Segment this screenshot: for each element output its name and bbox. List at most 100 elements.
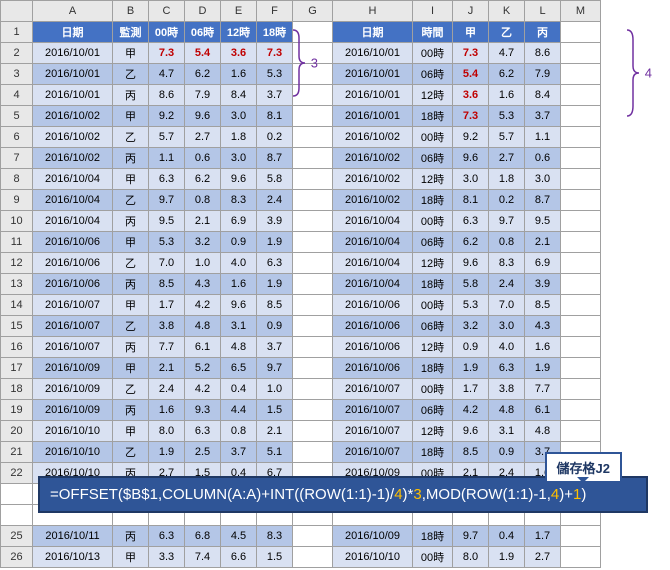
cell[interactable]: 06時 <box>413 148 453 169</box>
row-13[interactable]: 13 <box>1 274 33 295</box>
cell[interactable]: 2016/10/13 <box>33 547 113 568</box>
cell[interactable]: 3.0 <box>525 169 561 190</box>
cell[interactable]: 1.6 <box>221 274 257 295</box>
cell[interactable]: 8.4 <box>221 85 257 106</box>
cell[interactable]: 1.0 <box>185 253 221 274</box>
cell[interactable]: 甲 <box>113 421 149 442</box>
cell[interactable] <box>561 232 601 253</box>
row-10[interactable]: 10 <box>1 211 33 232</box>
cell[interactable]: 0.4 <box>489 526 525 547</box>
cell[interactable]: 2016/10/01 <box>333 64 413 85</box>
header-cell[interactable]: 18時 <box>257 22 293 43</box>
cell[interactable]: 1.8 <box>489 169 525 190</box>
cell[interactable]: 2016/10/01 <box>33 64 113 85</box>
cell[interactable] <box>561 358 601 379</box>
cell[interactable]: 1.9 <box>489 547 525 568</box>
row-3[interactable]: 3 <box>1 64 33 85</box>
cell[interactable]: 甲 <box>113 106 149 127</box>
cell[interactable] <box>293 547 333 568</box>
cell[interactable]: 4.7 <box>149 64 185 85</box>
cell[interactable]: 7.7 <box>149 337 185 358</box>
cell[interactable]: 2016/10/02 <box>333 148 413 169</box>
cell[interactable] <box>561 190 601 211</box>
cell[interactable]: 2016/10/01 <box>333 43 413 64</box>
row-4[interactable]: 4 <box>1 85 33 106</box>
cell[interactable]: 1.7 <box>453 379 489 400</box>
header-cell[interactable]: 06時 <box>185 22 221 43</box>
cell[interactable]: 3.0 <box>221 106 257 127</box>
cell[interactable]: 1.9 <box>257 232 293 253</box>
col-B[interactable]: B <box>113 1 149 22</box>
cell[interactable]: 乙 <box>113 379 149 400</box>
cell[interactable]: 9.6 <box>453 148 489 169</box>
row-9[interactable]: 9 <box>1 190 33 211</box>
cell[interactable]: 6.3 <box>149 169 185 190</box>
cell[interactable]: 9.6 <box>221 295 257 316</box>
cell[interactable]: 1.6 <box>525 337 561 358</box>
row-17[interactable]: 17 <box>1 358 33 379</box>
cell[interactable]: 8.1 <box>453 190 489 211</box>
cell[interactable]: 7.3 <box>453 43 489 64</box>
cell[interactable]: 1.5 <box>257 547 293 568</box>
cell[interactable]: 8.3 <box>257 526 293 547</box>
cell[interactable]: 3.0 <box>221 148 257 169</box>
cell[interactable]: 8.5 <box>257 295 293 316</box>
row-8[interactable]: 8 <box>1 169 33 190</box>
cell[interactable]: 甲 <box>113 43 149 64</box>
cell[interactable]: 4.2 <box>185 295 221 316</box>
cell[interactable]: 00時 <box>413 379 453 400</box>
cell[interactable]: 1.1 <box>525 127 561 148</box>
cell[interactable]: 1.9 <box>257 274 293 295</box>
cell[interactable]: 5.8 <box>453 274 489 295</box>
cell[interactable]: 9.6 <box>221 169 257 190</box>
row-7[interactable]: 7 <box>1 148 33 169</box>
row-21[interactable]: 21 <box>1 442 33 463</box>
cell[interactable]: 8.3 <box>221 190 257 211</box>
cell[interactable]: 乙 <box>113 253 149 274</box>
cell[interactable] <box>561 421 601 442</box>
cell[interactable]: 2.7 <box>489 148 525 169</box>
cell[interactable]: 9.7 <box>489 211 525 232</box>
cell[interactable]: 18時 <box>413 106 453 127</box>
cell[interactable]: 6.9 <box>221 211 257 232</box>
cell[interactable]: 3.0 <box>453 169 489 190</box>
cell[interactable]: 4.2 <box>185 379 221 400</box>
row-6[interactable]: 6 <box>1 127 33 148</box>
cell[interactable]: 9.6 <box>453 421 489 442</box>
cell[interactable]: 8.5 <box>149 274 185 295</box>
cell[interactable]: 甲 <box>113 295 149 316</box>
cell[interactable]: 2.7 <box>525 547 561 568</box>
cell[interactable] <box>293 211 333 232</box>
cell[interactable] <box>293 232 333 253</box>
header-cell[interactable]: 丙 <box>525 22 561 43</box>
cell[interactable]: 7.9 <box>525 64 561 85</box>
cell[interactable]: 5.1 <box>257 442 293 463</box>
cell[interactable] <box>561 274 601 295</box>
cell[interactable]: 2016/10/04 <box>333 253 413 274</box>
cell[interactable]: 9.5 <box>525 211 561 232</box>
cell[interactable]: 7.0 <box>489 295 525 316</box>
cell[interactable]: 7.0 <box>149 253 185 274</box>
cell[interactable]: 2016/10/09 <box>333 526 413 547</box>
cell[interactable]: 7.3 <box>453 106 489 127</box>
cell[interactable]: 4.8 <box>221 337 257 358</box>
cell[interactable]: 2016/10/07 <box>333 379 413 400</box>
row-22[interactable]: 22 <box>1 463 33 484</box>
cell[interactable] <box>293 127 333 148</box>
cell[interactable]: 2016/10/07 <box>33 337 113 358</box>
cell[interactable]: 0.6 <box>525 148 561 169</box>
cell[interactable] <box>561 127 601 148</box>
cell[interactable]: 4.2 <box>453 400 489 421</box>
cell[interactable]: 0.9 <box>489 442 525 463</box>
cell[interactable]: 6.3 <box>149 526 185 547</box>
cell[interactable]: 3.8 <box>149 316 185 337</box>
cell[interactable] <box>561 316 601 337</box>
col-L[interactable]: L <box>525 1 561 22</box>
cell[interactable]: 8.3 <box>489 253 525 274</box>
cell[interactable]: 2.1 <box>149 358 185 379</box>
cell[interactable]: 6.3 <box>453 211 489 232</box>
cell[interactable] <box>561 211 601 232</box>
cell[interactable]: 2.1 <box>525 232 561 253</box>
cell[interactable]: 丙 <box>113 526 149 547</box>
cell[interactable]: 6.2 <box>185 64 221 85</box>
